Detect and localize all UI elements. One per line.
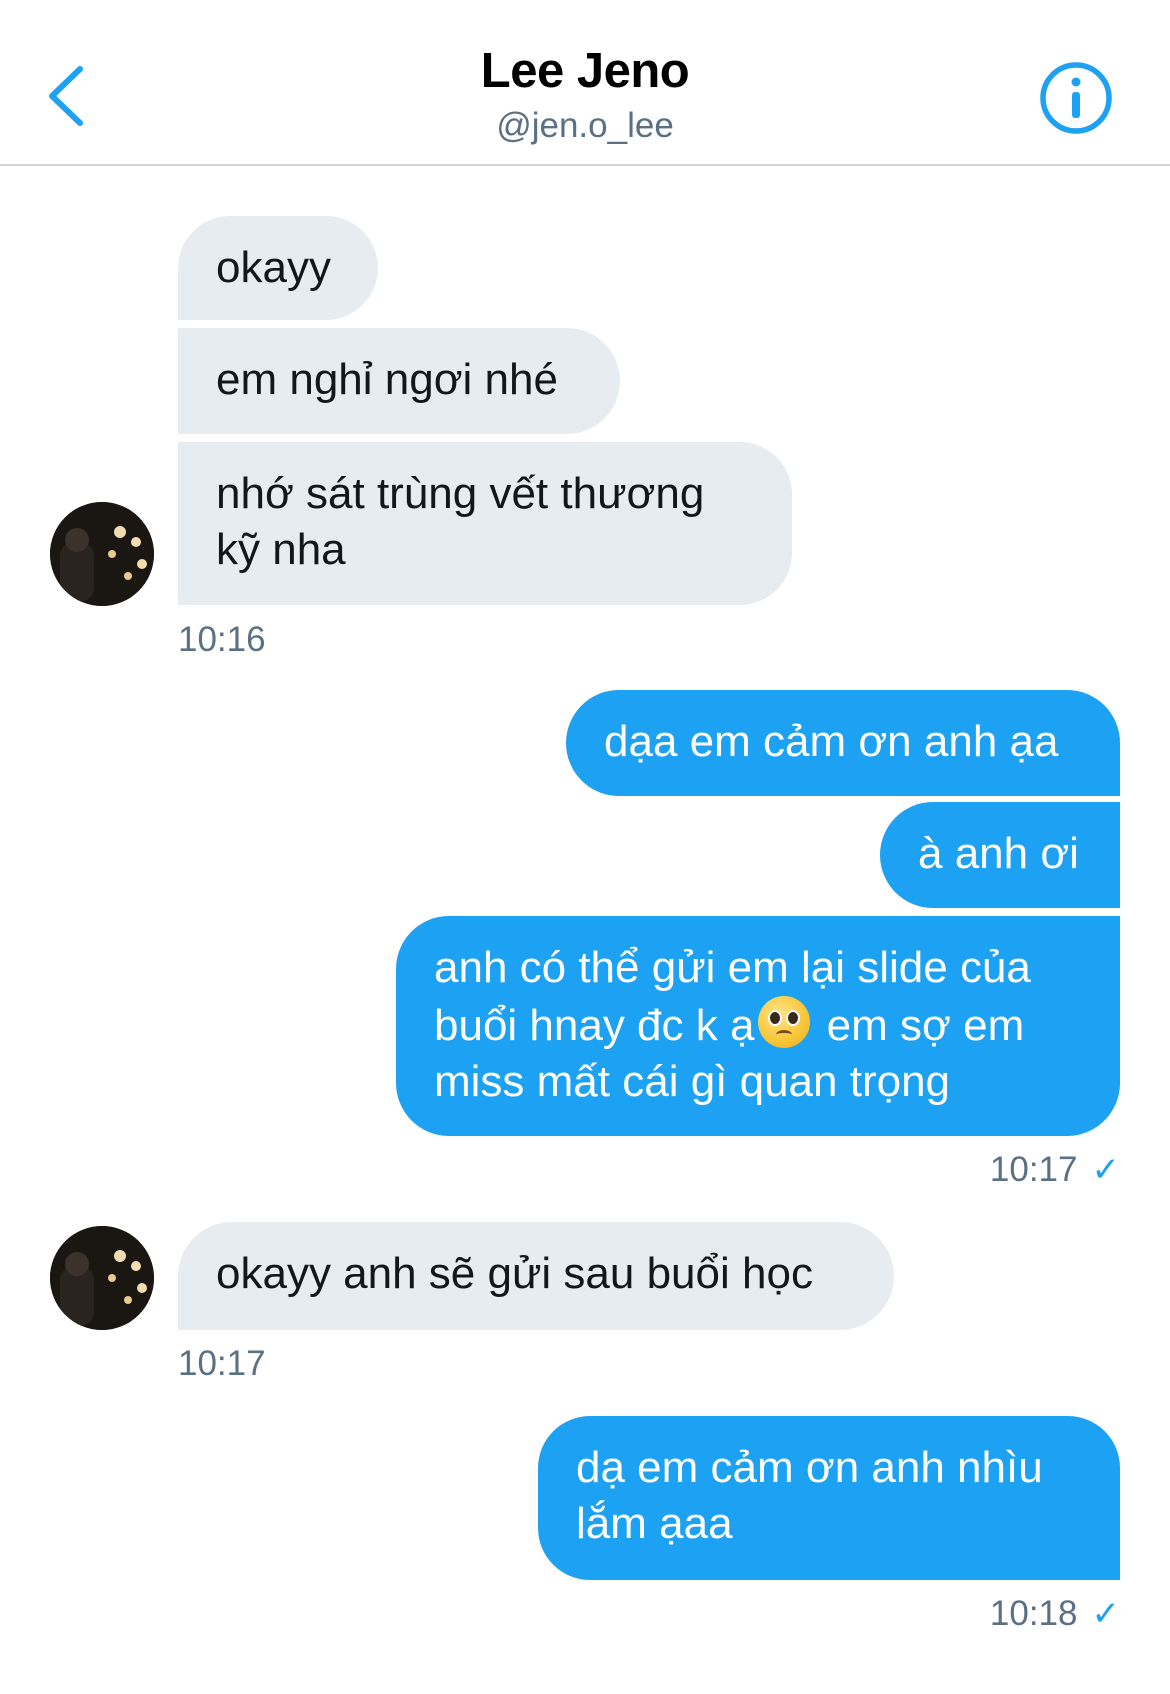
message-bubble-outgoing[interactable]: à anh ơi: [880, 802, 1120, 908]
message-bubble-incoming[interactable]: okayy: [178, 216, 378, 320]
timestamp-row: 10:18 ✓: [900, 1592, 1120, 1636]
message-bubble-outgoing[interactable]: anh có thể gửi em lại slide của buổi hna…: [396, 916, 1120, 1136]
conversation-header: Lee Jeno @jen.o_lee: [0, 0, 1170, 166]
message-text: okayy anh sẽ gửi sau buổi học: [216, 1249, 813, 1298]
message-text: okayy: [216, 243, 331, 292]
message-text-line: nhớ sát trùng vết thương: [216, 469, 705, 518]
message-text-line: dạ em cảm ơn anh nhìu: [576, 1443, 1043, 1492]
avatar-photo: [50, 502, 154, 606]
timestamp-row: 10:17 ✓: [900, 1148, 1120, 1192]
message-text-line: lắm ạaa: [576, 1499, 733, 1548]
info-circle-icon: [1040, 62, 1112, 134]
message-bubble-incoming[interactable]: em nghỉ ngơi nhé: [178, 328, 620, 434]
info-button[interactable]: [1036, 58, 1116, 138]
pleading-face-emoji: [758, 996, 811, 1048]
timestamp: 10:17: [178, 1344, 266, 1383]
message-bubble-incoming[interactable]: nhớ sát trùng vết thương kỹ nha: [178, 442, 792, 605]
message-text-segment: em sợ em: [814, 1001, 1025, 1050]
timestamp: 10:16: [178, 620, 266, 659]
message-bubble-outgoing[interactable]: dạ em cảm ơn anh nhìu lắm ạaa: [538, 1416, 1120, 1580]
timestamp: 10:18: [989, 1594, 1078, 1633]
conversation-title-block[interactable]: Lee Jeno @jen.o_lee: [0, 40, 1170, 148]
sent-check-icon: ✓: [1091, 1151, 1121, 1189]
message-text-line: anh có thể gửi em lại slide của: [434, 943, 1031, 992]
avatar[interactable]: [50, 1226, 154, 1330]
message-text-segment: buổi hnay đc k ạ: [434, 1001, 755, 1050]
timestamp: 10:17: [989, 1150, 1078, 1189]
message-text: dạa em cảm ơn anh ạa: [604, 717, 1059, 766]
message-text-line: buổi hnay đc k ạ em sợ em: [434, 996, 1082, 1054]
avatar[interactable]: [50, 502, 154, 606]
message-bubble-incoming[interactable]: okayy anh sẽ gửi sau buổi học: [178, 1222, 894, 1330]
sent-check-icon: ✓: [1091, 1595, 1121, 1633]
contact-handle: @jen.o_lee: [496, 106, 674, 145]
message-text-line: kỹ nha: [216, 525, 346, 574]
avatar-photo: [50, 1226, 154, 1330]
message-text-line: miss mất cái gì quan trọng: [434, 1057, 951, 1106]
message-text: à anh ơi: [918, 829, 1079, 878]
contact-name: Lee Jeno: [480, 44, 690, 98]
message-bubble-outgoing[interactable]: dạa em cảm ơn anh ạa: [566, 690, 1120, 796]
message-text: em nghỉ ngơi nhé: [216, 355, 558, 404]
